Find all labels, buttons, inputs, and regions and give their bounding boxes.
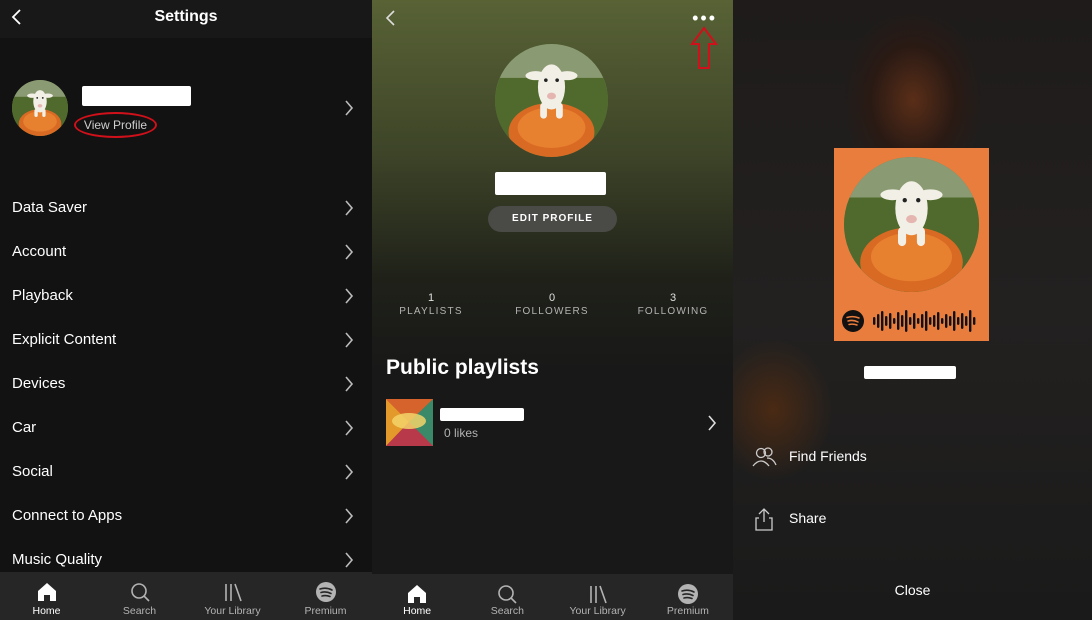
close-button[interactable]: Close [733,582,1092,598]
home-icon [408,585,427,603]
nav-label: Home [32,605,61,617]
settings-item-label: Car [12,419,37,436]
nav-home[interactable]: Home [372,574,462,620]
stat-label: FOLLOWERS [515,306,589,317]
settings-item-account[interactable]: Account [0,230,372,274]
nav-label: Your Library [204,605,261,617]
settings-item-label: Account [12,243,67,260]
nav-label: Search [490,605,525,617]
library-icon [589,585,607,604]
chevron-right-icon [345,420,354,436]
stat-value: 1 [427,292,435,304]
nav-label: Your Library [569,605,626,617]
chevron-right-icon [708,415,717,431]
profile-avatar [495,44,608,157]
chevron-right-icon [345,552,354,568]
share-sheet-screen: Find Friends Share Close [733,0,1092,620]
nav-label: Search [122,605,157,617]
redacted-username [495,172,606,195]
settings-item-label: Explicit Content [12,331,117,348]
nav-library[interactable]: Your Library [186,572,279,620]
nav-search[interactable]: Search [93,572,186,620]
nav-label: Premium [666,605,709,617]
nav-home[interactable]: Home [0,572,93,620]
settings-item-label: Connect to Apps [12,507,123,524]
profile-screen: ••• EDIT PROFILE 1 PLAYLISTS 0 FOLLOWERS… [372,0,733,620]
bottom-nav: Home Search Your Library Premium [372,574,733,620]
find-friends-label: Find Friends [789,448,867,464]
redacted-username [82,86,191,106]
settings-item-explicit-content[interactable]: Explicit Content [0,318,372,362]
bottom-nav: Home Search Your Library Premium [0,572,372,620]
library-icon [224,583,242,602]
playlist-cover [386,399,433,446]
avatar [12,80,68,136]
chevron-right-icon [345,464,354,480]
stat-label: PLAYLISTS [399,306,463,317]
settings-item-label: Playback [12,287,73,304]
nav-search[interactable]: Search [462,574,552,620]
search-icon [498,585,517,604]
playlist-likes: 0 likes [444,426,479,440]
chevron-right-icon [345,288,354,304]
profile-row[interactable]: View Profile [0,72,372,144]
redacted-username [864,366,956,379]
settings-screen: Settings View Profile Data Saver Account… [0,0,372,620]
settings-item-connect-to-apps[interactable]: Connect to Apps [0,494,372,538]
chevron-right-icon [345,332,354,348]
find-friends-button[interactable]: Find Friends [733,432,1092,482]
stat-playlists[interactable]: 1 PLAYLISTS [376,292,486,317]
settings-header: Settings [0,0,372,38]
stat-following[interactable]: 3 FOLLOWING [618,292,728,317]
settings-item-label: Data Saver [12,199,88,216]
settings-item-playback[interactable]: Playback [0,274,372,318]
chevron-right-icon [345,200,354,216]
edit-profile-button[interactable]: EDIT PROFILE [488,206,617,232]
nav-label: Home [403,605,432,617]
settings-item-data-saver[interactable]: Data Saver [0,186,372,230]
share-button[interactable]: Share [733,494,1092,544]
settings-item-label: Social [12,463,53,480]
chevron-right-icon [345,376,354,392]
spotify-code-card [834,148,989,341]
stat-label: FOLLOWING [637,306,709,317]
redacted-playlist-name [440,408,524,421]
search-icon [130,583,150,602]
settings-item-label: Devices [12,375,66,392]
nav-label: Premium [304,605,347,617]
chevron-right-icon [345,100,354,116]
stat-value: 0 [548,292,556,304]
settings-item-car[interactable]: Car [0,406,372,450]
chevron-right-icon [345,244,354,260]
view-profile-link[interactable]: View Profile [74,112,157,138]
public-playlists-heading: Public playlists [386,356,539,379]
share-label: Share [789,510,827,526]
profile-avatar [844,157,979,292]
spotify-logo-icon [315,582,336,602]
stat-value: 3 [669,292,677,304]
spotify-logo-icon [677,584,698,604]
share-icon [755,508,773,531]
spotify-code-barcode [842,310,976,332]
settings-item-label: Music Quality [12,551,103,568]
settings-item-devices[interactable]: Devices [0,362,372,406]
arrow-up-icon [690,26,718,69]
chevron-right-icon [345,508,354,524]
nav-premium[interactable]: Premium [279,572,372,620]
chevron-left-icon[interactable] [384,10,396,26]
nav-premium[interactable]: Premium [643,574,733,620]
stat-followers[interactable]: 0 FOLLOWERS [497,292,607,317]
playlist-row[interactable]: 0 likes [372,396,733,450]
home-icon [37,583,56,601]
users-icon [752,447,777,467]
settings-item-social[interactable]: Social [0,450,372,494]
nav-library[interactable]: Your Library [553,574,643,620]
page-title: Settings [154,8,218,25]
